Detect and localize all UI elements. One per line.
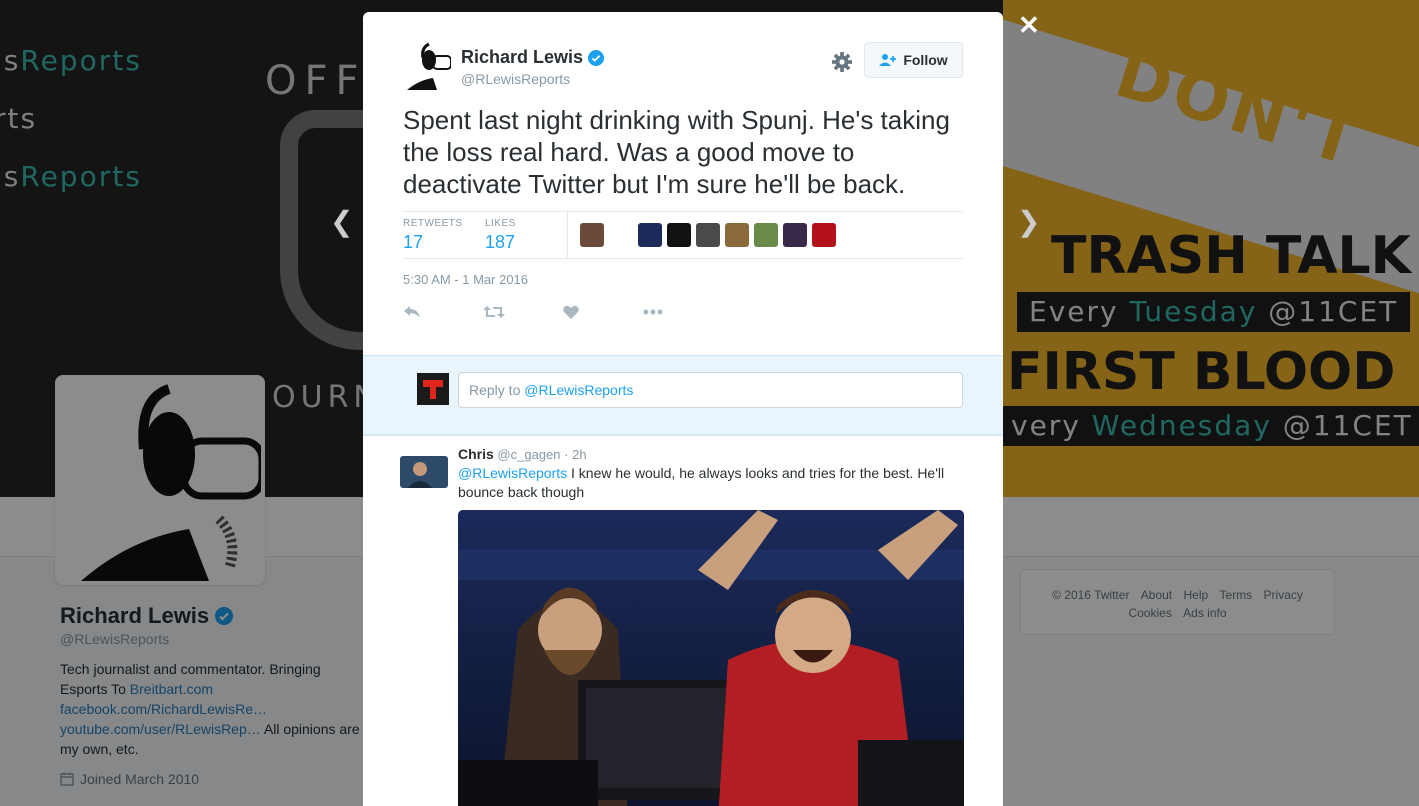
- retweets-label: RETWEETS: [403, 218, 463, 229]
- likes-label: LIKES: [485, 218, 516, 229]
- reply-placeholder-mention: @RLewisReports: [524, 382, 634, 398]
- tweet-actions: [403, 302, 723, 322]
- likes-stat[interactable]: LIKES 187: [485, 218, 516, 253]
- liker-avatar[interactable]: [783, 223, 807, 247]
- stats-divider: [567, 212, 568, 258]
- reply-icon[interactable]: [403, 302, 483, 322]
- gear-icon-art: [832, 52, 852, 72]
- liker-avatar[interactable]: [696, 223, 720, 247]
- tweet-stats: RETWEETS 17 LIKES 187: [403, 211, 963, 259]
- gear-icon[interactable]: [831, 51, 853, 73]
- retweet-icon[interactable]: [483, 302, 563, 322]
- reply-dot: ·: [564, 447, 569, 462]
- esports-celebration-photo: [458, 510, 964, 806]
- reply-author-avatar[interactable]: [400, 456, 448, 488]
- tweet-header: Richard Lewis @RLewisReports Follow: [403, 42, 963, 92]
- follow-label: Follow: [903, 52, 948, 68]
- reply-tweet[interactable]: Chris @c_gagen · 2h @RLewisReports I kne…: [363, 435, 1003, 806]
- tweet-permalink-modal: Richard Lewis @RLewisReports Follow Spen…: [363, 12, 1003, 806]
- author-avatar-art: [403, 42, 451, 90]
- reply-author-name[interactable]: Chris: [458, 446, 494, 462]
- retweets-stat[interactable]: RETWEETS 17: [403, 218, 463, 253]
- author-name-text: Richard Lewis: [461, 47, 584, 67]
- liker-avatar[interactable]: [812, 223, 836, 247]
- reply-text: @RLewisReports I knew he would, he alway…: [458, 464, 963, 502]
- author-avatar[interactable]: [403, 42, 451, 90]
- follow-button[interactable]: Follow: [864, 42, 963, 78]
- tweet-timestamp[interactable]: 5:30 AM - 1 Mar 2016: [403, 272, 528, 287]
- reply-photo[interactable]: [458, 510, 964, 806]
- previous-tweet-arrow-icon[interactable]: ❮: [330, 205, 353, 238]
- liker-avatar[interactable]: [638, 223, 662, 247]
- current-user-avatar: [417, 373, 449, 405]
- reply-icon-art: [404, 306, 420, 318]
- more-options-icon[interactable]: [643, 302, 723, 322]
- retweets-count: 17: [403, 232, 424, 252]
- tweet-text: Spent last night drinking with Spunj. He…: [403, 105, 950, 199]
- heart-icon-art: [563, 305, 579, 319]
- likes-count: 187: [485, 232, 516, 252]
- current-user-avatar-art: [417, 373, 449, 405]
- ellipsis-icon-art: [643, 309, 663, 315]
- liker-avatar[interactable]: [667, 223, 691, 247]
- reply-placeholder: Reply to: [469, 382, 525, 398]
- reply-author-handle[interactable]: @c_gagen: [497, 447, 560, 462]
- next-tweet-arrow-icon[interactable]: ❯: [1017, 205, 1040, 238]
- verified-badge-icon: [588, 49, 605, 66]
- reply-mention-link[interactable]: @RLewisReports: [458, 465, 567, 481]
- liker-avatar[interactable]: [580, 223, 604, 247]
- reply-composer: Reply to @RLewisReports: [363, 355, 1003, 435]
- liker-avatar[interactable]: [609, 223, 633, 247]
- follow-user-icon: [879, 54, 897, 66]
- author-handle[interactable]: @RLewisReports: [461, 71, 570, 87]
- author-name[interactable]: Richard Lewis: [461, 47, 605, 68]
- reply-header: Chris @c_gagen · 2h: [458, 446, 587, 462]
- retweet-icon-art: [483, 306, 505, 318]
- liker-avatar[interactable]: [754, 223, 778, 247]
- close-icon[interactable]: ✕: [1018, 10, 1040, 41]
- reply-time[interactable]: 2h: [572, 447, 586, 462]
- reply-input[interactable]: Reply to @RLewisReports: [458, 372, 963, 408]
- liker-avatars: [580, 223, 836, 247]
- reply-author-avatar-art: [400, 456, 448, 488]
- liker-avatar[interactable]: [725, 223, 749, 247]
- like-heart-icon[interactable]: [563, 302, 643, 322]
